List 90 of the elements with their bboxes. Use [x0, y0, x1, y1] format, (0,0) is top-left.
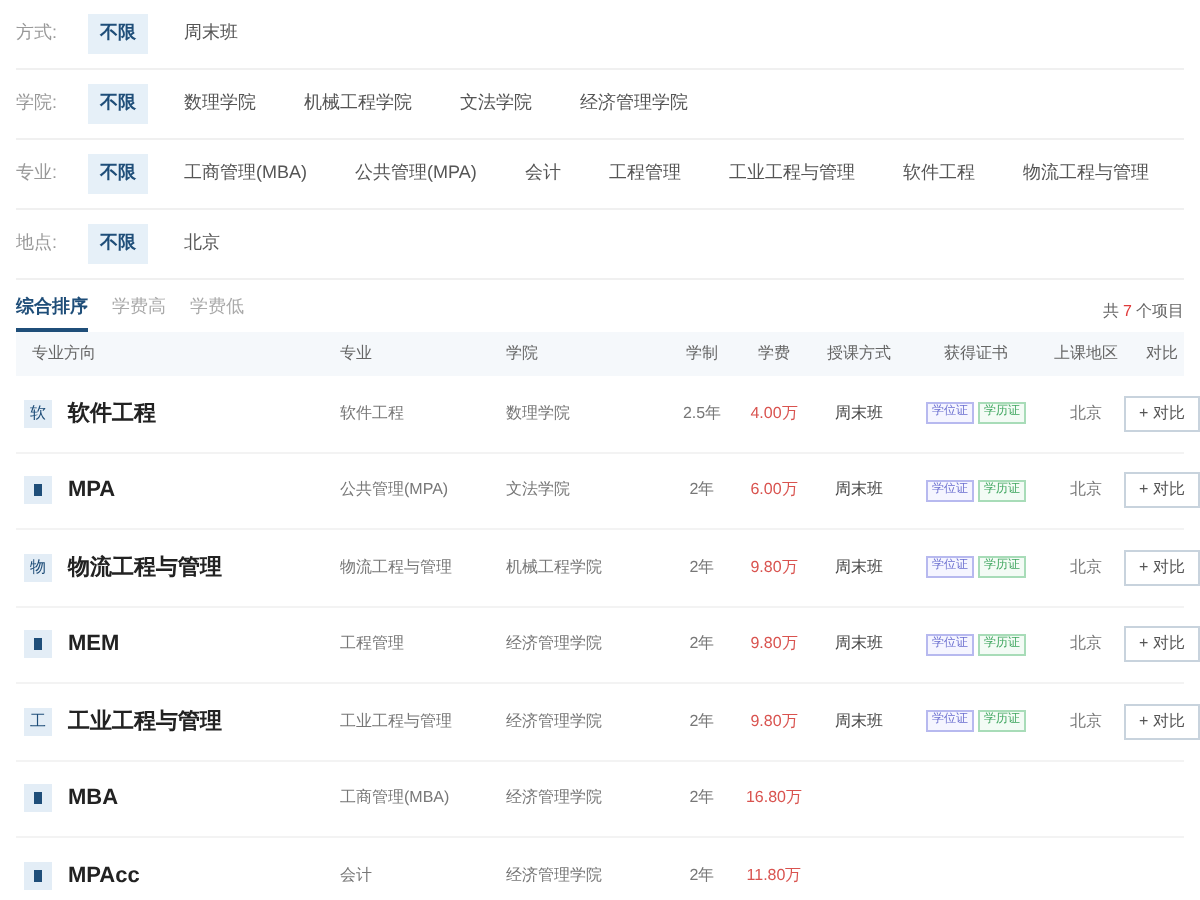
- total-count: 7: [1123, 300, 1132, 324]
- column-header: 对比: [1144, 342, 1180, 366]
- major-cell-text: 公共管理(MPA): [340, 478, 451, 503]
- filter-option[interactable]: 不限: [88, 224, 148, 264]
- major-direction: MEM: [68, 630, 120, 660]
- fee-cell-text: 11.80万: [744, 863, 804, 888]
- total-label: 个项目: [1136, 300, 1184, 324]
- major-badge: 工: [24, 707, 52, 736]
- duration-cell-text: 2年: [687, 478, 717, 503]
- major-cell-text: 工程管理: [340, 632, 406, 657]
- filter-label: 地点:: [16, 230, 60, 257]
- college-cell-text: 机械工程学院: [506, 555, 604, 580]
- fee-cell-text: 9.80万: [748, 555, 800, 580]
- region-cell-text: 北京: [1068, 632, 1104, 657]
- filter-option[interactable]: 机械工程学院: [292, 84, 424, 124]
- method-cell-text: 周末班: [833, 632, 885, 657]
- college-cell-text: 经济管理学院: [506, 632, 604, 657]
- duration-cell-text: 2年: [687, 555, 717, 580]
- total-label: 共: [1103, 300, 1120, 324]
- filter-option[interactable]: 工商管理(MBA): [172, 154, 319, 194]
- filter-label: 专业:: [16, 160, 60, 187]
- filter-option[interactable]: 物流工程与管理: [1010, 154, 1161, 194]
- filter-option[interactable]: 工业工程与管理: [716, 154, 867, 194]
- major-direction: 软件工程: [68, 399, 156, 429]
- major-direction: MPAcc: [68, 861, 140, 891]
- college-cell-text: 文法学院: [506, 478, 572, 503]
- filter-option[interactable]: 工程管理: [596, 154, 693, 194]
- filter-label: 方式:: [16, 20, 60, 47]
- region-cell-text: 北京: [1068, 478, 1104, 503]
- duration-cell-text: 2年: [687, 863, 717, 888]
- major-cell-text: 工商管理(MBA): [340, 786, 452, 811]
- college-cell-text: 数理学院: [506, 401, 572, 426]
- method-cell-text: 周末班: [833, 555, 885, 580]
- document-icon: [24, 476, 52, 505]
- filter-option[interactable]: 数理学院: [172, 84, 268, 124]
- fee-cell-text: 6.00万: [748, 478, 800, 503]
- column-header: 专业: [340, 342, 374, 366]
- filter-option[interactable]: 周末班: [172, 14, 250, 54]
- filter-option[interactable]: 文法学院: [448, 84, 544, 124]
- column-header: 学制: [684, 342, 720, 366]
- fee-cell-text: 9.80万: [748, 632, 800, 657]
- compare-button[interactable]: + 对比: [1124, 703, 1200, 740]
- document-icon: [24, 861, 52, 890]
- major-direction: 物流工程与管理: [68, 553, 222, 583]
- major-direction: MPA: [68, 476, 116, 506]
- column-header: 获得证书: [942, 342, 1010, 366]
- filter-option[interactable]: 不限: [88, 84, 148, 124]
- filter-option[interactable]: 公共管理(MPA): [343, 154, 489, 194]
- duration-cell-text: 2年: [687, 786, 717, 811]
- major-cell-text: 会计: [340, 863, 374, 888]
- filter-option[interactable]: 经济管理学院: [568, 84, 700, 124]
- major-badge: 物: [24, 553, 52, 582]
- method-cell-text: 周末班: [833, 478, 885, 503]
- document-icon: [24, 630, 52, 659]
- fee-cell-text: 4.00万: [748, 401, 800, 426]
- college-cell-text: 经济管理学院: [506, 709, 604, 734]
- filter-option[interactable]: 不限: [88, 154, 148, 194]
- fee-cell-text: 16.80万: [743, 786, 805, 811]
- filter-option[interactable]: 会计: [512, 154, 573, 194]
- major-cell-text: 工业工程与管理: [340, 709, 454, 734]
- compare-button[interactable]: + 对比: [1124, 549, 1200, 586]
- college-cell-text: 经济管理学院: [506, 786, 604, 811]
- major-cell-text: 物流工程与管理: [340, 555, 454, 580]
- college-cell-text: 经济管理学院: [506, 863, 604, 888]
- column-header: 学院: [506, 342, 540, 366]
- major-badge: 软: [24, 399, 52, 428]
- duration-cell-text: 2.5年: [680, 401, 724, 426]
- major-direction: 工业工程与管理: [68, 707, 222, 737]
- major-cell-text: 软件工程: [340, 401, 406, 426]
- compare-button[interactable]: + 对比: [1124, 626, 1200, 663]
- method-cell-text: 周末班: [833, 401, 885, 426]
- fee-cell-text: 9.80万: [748, 709, 800, 734]
- filter-label: 学院:: [16, 90, 60, 117]
- column-header: 上课地区: [1052, 342, 1120, 366]
- major-direction: MBA: [68, 784, 119, 814]
- region-cell-text: 北京: [1068, 555, 1104, 580]
- filter-option[interactable]: 不限: [88, 14, 148, 54]
- column-header: 学费: [756, 342, 792, 366]
- region-cell-text: 北京: [1068, 401, 1104, 426]
- column-header: 专业方向: [30, 342, 98, 366]
- compare-button[interactable]: + 对比: [1124, 472, 1200, 509]
- filter-option[interactable]: 软件工程: [890, 154, 987, 194]
- filter-option[interactable]: 北京: [172, 224, 232, 264]
- region-cell-text: 北京: [1068, 709, 1104, 734]
- document-icon: [24, 784, 52, 813]
- column-header: 授课方式: [825, 342, 893, 366]
- duration-cell-text: 2年: [687, 709, 717, 734]
- method-cell-text: 周末班: [833, 709, 885, 734]
- compare-button[interactable]: + 对比: [1124, 395, 1200, 432]
- duration-cell-text: 2年: [687, 632, 717, 657]
